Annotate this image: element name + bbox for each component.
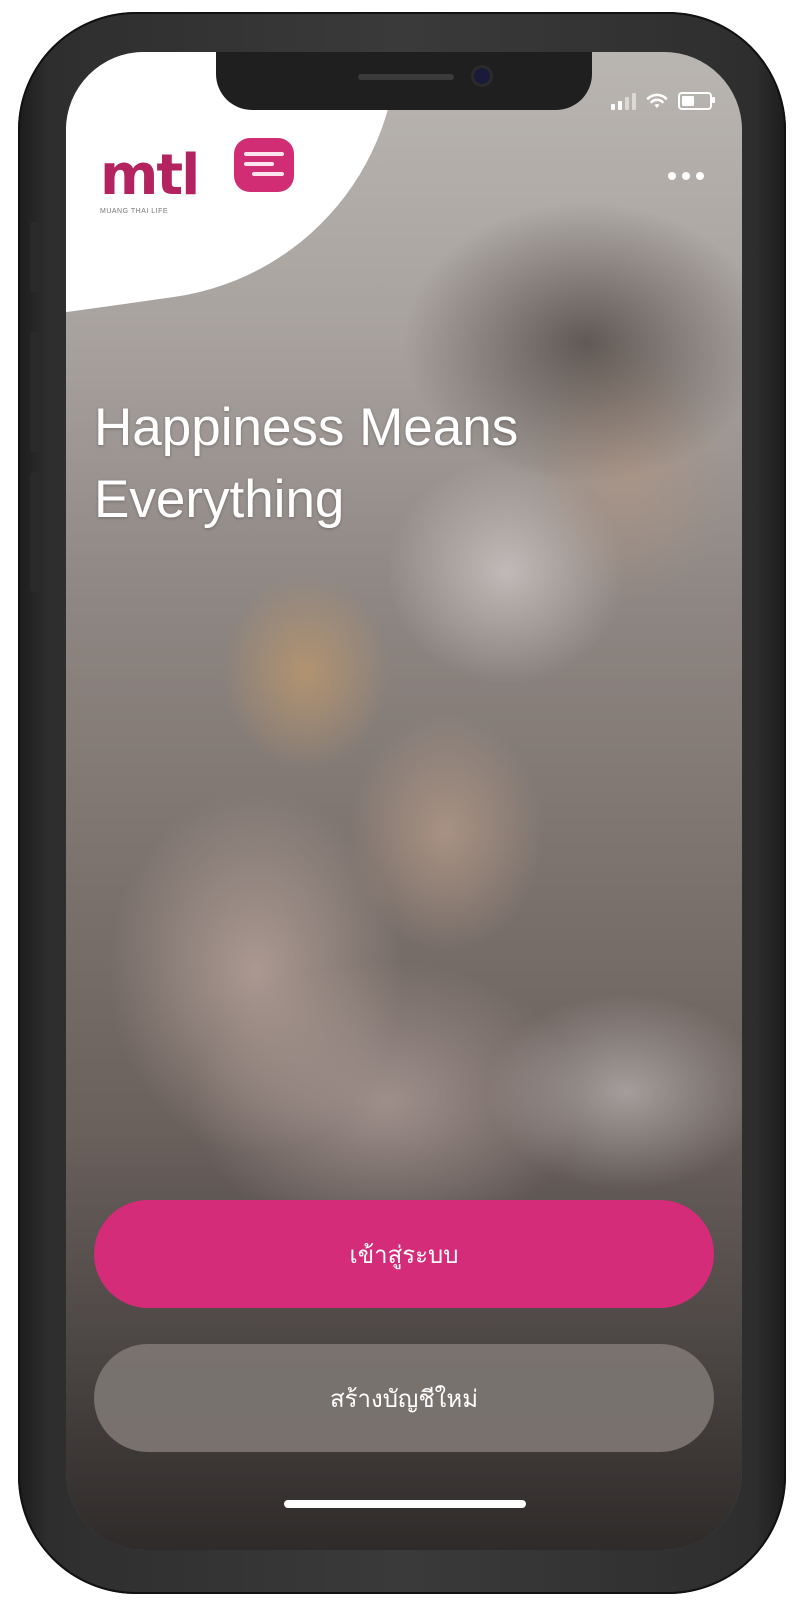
earpiece-speaker bbox=[358, 74, 454, 80]
wifi-icon bbox=[646, 93, 668, 108]
headline-line-1: Happiness Means bbox=[94, 398, 519, 457]
login-button[interactable]: เข้าสู่ระบบ bbox=[94, 1200, 714, 1308]
battery-icon bbox=[678, 92, 715, 110]
mute-switch bbox=[30, 222, 40, 292]
more-options-button[interactable] bbox=[668, 172, 704, 180]
create-account-button[interactable]: สร้างบัญชีใหม่ bbox=[94, 1344, 714, 1452]
device-notch bbox=[216, 52, 592, 110]
status-bar bbox=[611, 92, 715, 110]
mtl-logo: mtl MUANG THAI LIFE bbox=[100, 138, 294, 215]
headline-line-2: Everything bbox=[94, 470, 345, 529]
hero-headline: Happiness Means Everything bbox=[94, 392, 694, 536]
logo-subtext: MUANG THAI LIFE bbox=[100, 208, 169, 215]
more-horizontal-icon bbox=[668, 172, 676, 180]
app-screen: mtl MUANG THAI LIFE Happiness Means Ever… bbox=[66, 52, 742, 1550]
home-indicator[interactable] bbox=[284, 1500, 526, 1508]
logo-badge bbox=[234, 138, 294, 192]
volume-down-button bbox=[30, 472, 40, 592]
front-camera bbox=[474, 68, 490, 84]
logo-wordmark: mtl bbox=[100, 143, 200, 208]
volume-up-button bbox=[30, 332, 40, 452]
cellular-signal-icon bbox=[611, 92, 636, 110]
